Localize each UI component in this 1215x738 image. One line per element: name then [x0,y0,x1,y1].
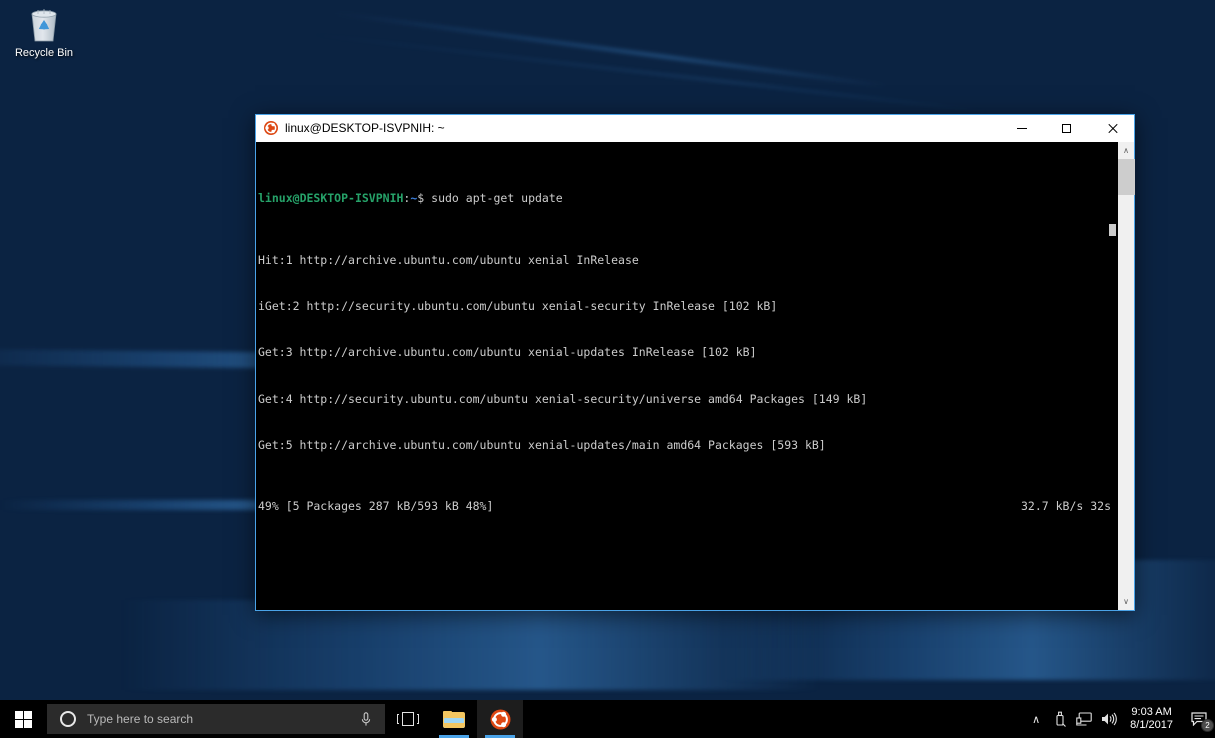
minimize-icon [1016,128,1027,129]
terminal-line: Get:5 http://archive.ubuntu.com/ubuntu x… [258,437,826,452]
task-view-button[interactable] [385,700,431,738]
network-icon[interactable] [1072,700,1096,738]
search-input[interactable]: Type here to search [47,704,385,734]
scrollbar-thumb[interactable] [1118,159,1135,195]
ubuntu-terminal-window[interactable]: linux@DESKTOP-ISVPNIH: ~ linux@DESKTOP-I… [255,114,1135,611]
folder-icon [443,710,465,728]
show-hidden-icons-button[interactable]: ∧ [1024,700,1048,738]
prompt-host: DESKTOP-ISVPNIH [299,191,404,206]
terminal-line: iGet:2 http://security.ubuntu.com/ubuntu… [258,299,778,314]
terminal-cursor [1109,224,1116,236]
terminal-line: Get:4 http://security.ubuntu.com/ubuntu … [258,391,868,406]
cortana-circle-icon [60,711,76,727]
minimize-button[interactable] [999,115,1044,142]
wallpaper-streak [120,600,820,690]
terminal-prompt-line: linux@DESKTOP-ISVPNIH:~$ sudo apt-get up… [258,191,1117,206]
terminal-line: Get:3 http://archive.ubuntu.com/ubuntu x… [258,345,757,360]
terminal-output[interactable]: linux@DESKTOP-ISVPNIH:~$ sudo apt-get up… [256,142,1117,610]
wallpaper-streak [332,11,888,88]
scrollbar-track[interactable] [1118,159,1135,593]
clock-date: 8/1/2017 [1130,719,1173,731]
scroll-down-arrow-icon[interactable]: ∨ [1118,593,1134,610]
maximize-button[interactable] [1044,115,1089,142]
prompt-at: @ [292,191,300,206]
window-title-bar[interactable]: linux@DESKTOP-ISVPNIH: ~ [256,115,1134,142]
prompt-command: sudo apt-get update [424,191,563,206]
system-tray[interactable]: ∧ 9:03 AM 8/1/2017 2 [1024,700,1215,738]
search-placeholder: Type here to search [87,712,194,726]
download-progress-text: 49% [5 Packages 287 kB/593 kB 48%] [258,499,494,514]
scroll-up-arrow-icon[interactable]: ∧ [1118,142,1134,159]
task-view-icon [397,712,419,726]
recycle-bin-icon [27,6,61,44]
recycle-bin-label: Recycle Bin [14,47,74,59]
ubuntu-icon [490,709,511,730]
desktop-icon-recycle-bin[interactable]: Recycle Bin [6,6,82,72]
action-center-button[interactable]: 2 [1183,700,1215,738]
status-spacer [493,499,1021,514]
close-icon [1107,124,1117,134]
ubuntu-taskbar-button[interactable] [477,700,523,738]
usb-safely-remove-icon[interactable] [1048,700,1072,738]
prompt-user: linux [258,191,293,206]
wallpaper-streak [302,32,998,114]
close-button[interactable] [1089,115,1134,142]
window-controls[interactable] [999,115,1134,142]
terminal-body[interactable]: linux@DESKTOP-ISVPNIH:~$ sudo apt-get up… [256,142,1135,610]
terminal-status-line: 49% [5 Packages 287 kB/593 kB 48%] 32.7 … [258,499,1117,514]
terminal-scrollbar[interactable]: ∧ ∨ [1117,142,1135,610]
file-explorer-button[interactable] [431,700,477,738]
taskbar-clock[interactable]: 9:03 AM 8/1/2017 [1120,700,1183,738]
windows-logo-icon [14,710,32,728]
window-title: linux@DESKTOP-ISVPNIH: ~ [285,121,445,135]
download-rate-text: 32.7 kB/s 32s [1020,499,1111,514]
start-button[interactable] [0,700,46,738]
microphone-icon[interactable] [361,712,371,727]
terminal-line: Hit:1 http://archive.ubuntu.com/ubuntu x… [258,252,639,267]
taskbar[interactable]: Type here to search ∧ 9:03 AM 8/1/2017 2 [0,700,1215,738]
volume-icon[interactable] [1096,700,1120,738]
action-center-badge: 2 [1201,719,1214,732]
clock-time: 9:03 AM [1131,706,1172,718]
ubuntu-icon [264,121,278,135]
maximize-icon [1062,124,1071,133]
